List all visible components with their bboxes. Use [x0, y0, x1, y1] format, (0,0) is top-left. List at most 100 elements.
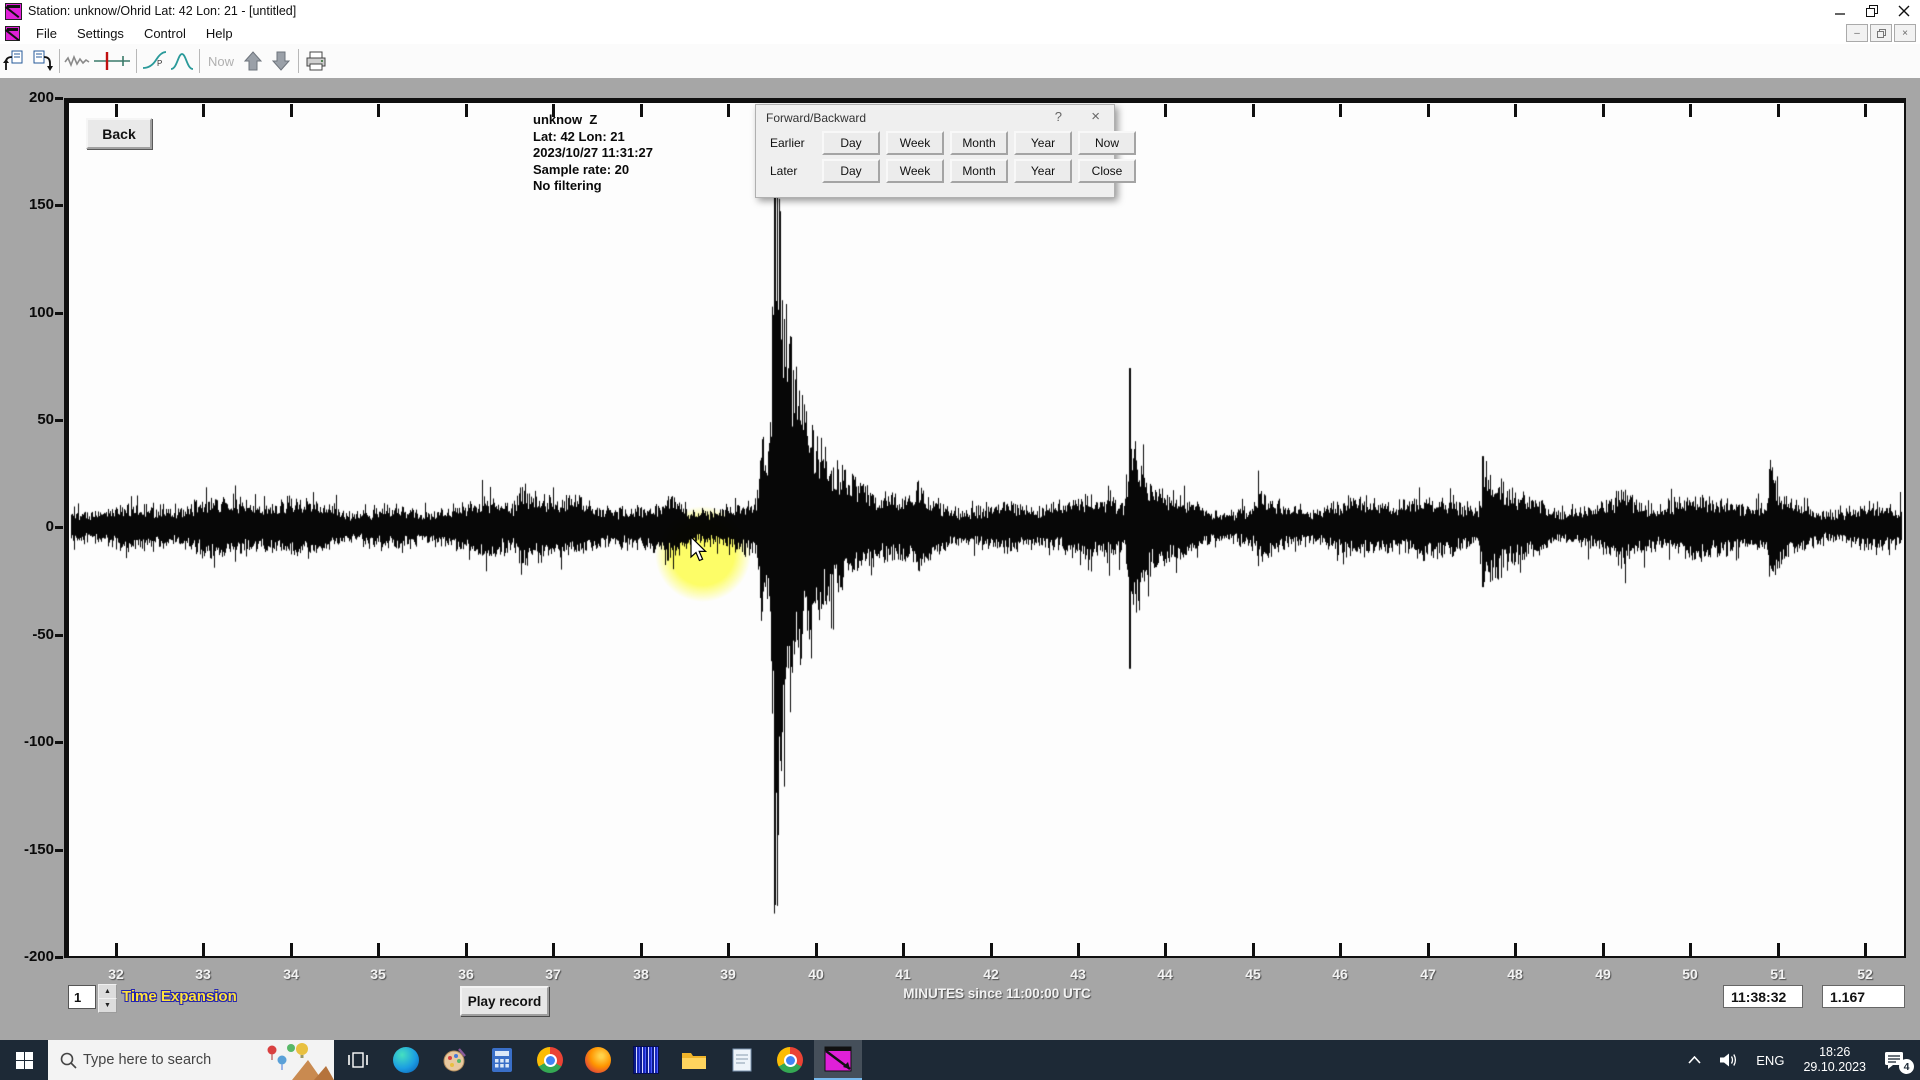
later-week-button[interactable]: Week: [886, 159, 944, 183]
language-indicator[interactable]: ENG: [1747, 1040, 1793, 1080]
cursor-amplitude-readout: 1.167: [1822, 985, 1905, 1008]
x-tick-label: 47: [1408, 966, 1448, 982]
earlier-year-button[interactable]: Year: [1014, 131, 1072, 155]
x-axis-tick: [1864, 104, 1867, 117]
start-button[interactable]: [0, 1040, 48, 1080]
menu-help[interactable]: Help: [196, 26, 243, 41]
filter-bell-icon[interactable]: [169, 48, 195, 74]
time-expansion-value[interactable]: 1: [68, 985, 96, 1009]
x-axis-tick: [115, 104, 118, 117]
later-year-button[interactable]: Year: [1014, 159, 1072, 183]
x-tick-label: 46: [1320, 966, 1360, 982]
x-tick-label: 36: [446, 966, 486, 982]
taskbar-clock[interactable]: 18:26 29.10.2023: [1793, 1040, 1876, 1080]
child-close-icon[interactable]: ×: [1894, 24, 1916, 42]
speaker-icon[interactable]: [1710, 1040, 1747, 1080]
child-restore-icon[interactable]: [1870, 24, 1892, 42]
move-up-icon[interactable]: [240, 48, 266, 74]
x-axis-tick: [1602, 104, 1605, 117]
earlier-now-button[interactable]: Now: [1078, 131, 1136, 155]
chrome-icon[interactable]: [526, 1040, 574, 1080]
taskbar-search[interactable]: Type here to search: [48, 1040, 334, 1080]
x-axis-tick: [202, 943, 205, 956]
minimize-icon[interactable]: [1824, 0, 1856, 22]
close-icon[interactable]: [1888, 0, 1920, 22]
load-previous-record-icon[interactable]: [1, 48, 27, 74]
load-next-record-icon[interactable]: [29, 48, 55, 74]
task-view-icon[interactable]: [334, 1040, 382, 1080]
toolbar-separator: [298, 49, 299, 73]
menu-settings[interactable]: Settings: [67, 26, 134, 41]
now-button[interactable]: Now: [203, 54, 239, 69]
menu-file[interactable]: File: [26, 26, 67, 41]
child-minimize-icon[interactable]: –: [1846, 24, 1868, 42]
x-tick-label: 34: [271, 966, 311, 982]
dialog-later-row: Later Day Week Month Year Close: [770, 160, 1142, 182]
x-axis-tick: [1689, 943, 1692, 956]
cursor-time-readout: 11:38:32: [1723, 985, 1803, 1008]
child-window-controls: – ×: [1844, 22, 1916, 44]
x-axis-tick: [1164, 104, 1167, 117]
x-axis-tick: [290, 943, 293, 956]
y-tick-label: 0: [0, 518, 54, 535]
y-tick-label: -50: [0, 626, 54, 643]
x-axis-tick: [640, 943, 643, 956]
x-tick-label: 37: [533, 966, 573, 982]
y-axis-tick: [55, 204, 63, 207]
chart-region: Back unknow Z Lat: 42 Lon: 21 2023/10/27…: [0, 78, 1920, 1040]
trace-info-filter: No filtering: [533, 178, 653, 195]
x-tick-label: 35: [358, 966, 398, 982]
p-phase-curve-icon[interactable]: P: [141, 48, 167, 74]
mouse-cursor-icon: [690, 536, 712, 571]
x-axis-tick: [1339, 943, 1342, 956]
x-tick-label: 50: [1670, 966, 1710, 982]
x-axis-tick: [727, 104, 730, 117]
x-axis-tick: [115, 943, 118, 956]
play-record-button[interactable]: Play record: [460, 986, 549, 1016]
x-tick-label: 39: [708, 966, 748, 982]
y-tick-label: 150: [0, 196, 54, 213]
x-tick-label: 42: [971, 966, 1011, 982]
dialog-help-icon[interactable]: ?: [1055, 109, 1062, 124]
seismic-data-app-icon[interactable]: [622, 1040, 670, 1080]
x-axis-tick: [1514, 943, 1517, 956]
seismograph-app-icon-active[interactable]: [814, 1040, 862, 1080]
y-tick-label: 100: [0, 304, 54, 321]
later-label: Later: [770, 164, 822, 178]
earlier-week-button[interactable]: Week: [886, 131, 944, 155]
back-button[interactable]: Back: [86, 118, 152, 149]
notepad-icon[interactable]: [718, 1040, 766, 1080]
chrome-icon-2[interactable]: [766, 1040, 814, 1080]
earlier-month-button[interactable]: Month: [950, 131, 1008, 155]
tray-chevron-up-icon[interactable]: [1679, 1040, 1710, 1080]
earlier-day-button[interactable]: Day: [822, 131, 880, 155]
notification-center-icon[interactable]: 4: [1876, 1040, 1920, 1080]
file-explorer-icon[interactable]: [670, 1040, 718, 1080]
x-axis-tick: [552, 943, 555, 956]
later-month-button[interactable]: Month: [950, 159, 1008, 183]
firefox-icon[interactable]: [574, 1040, 622, 1080]
menu-control[interactable]: Control: [134, 26, 196, 41]
x-tick-label: 33: [183, 966, 223, 982]
later-day-button[interactable]: Day: [822, 159, 880, 183]
x-tick-label: 48: [1495, 966, 1535, 982]
move-down-icon[interactable]: [268, 48, 294, 74]
close-button[interactable]: Close: [1078, 159, 1136, 183]
edge-icon[interactable]: [382, 1040, 430, 1080]
paint-icon[interactable]: [430, 1040, 478, 1080]
x-axis-tick: [990, 943, 993, 956]
x-tick-label: 40: [796, 966, 836, 982]
restore-icon[interactable]: [1856, 0, 1888, 22]
svg-text:P: P: [157, 59, 162, 68]
seismogram-canvas[interactable]: [69, 103, 1904, 956]
waveform-display-icon[interactable]: [64, 48, 90, 74]
dialog-earlier-row: Earlier Day Week Month Year Now: [770, 132, 1142, 154]
phase-pick-icon[interactable]: [92, 48, 132, 74]
earlier-label: Earlier: [770, 136, 822, 150]
spinner-up-icon[interactable]: ▲: [98, 984, 117, 999]
calculator-icon[interactable]: [478, 1040, 526, 1080]
print-icon[interactable]: [303, 48, 329, 74]
spinner-down-icon[interactable]: ▼: [98, 998, 117, 1013]
dialog-close-icon[interactable]: ×: [1091, 108, 1100, 125]
x-axis-tick: [727, 943, 730, 956]
